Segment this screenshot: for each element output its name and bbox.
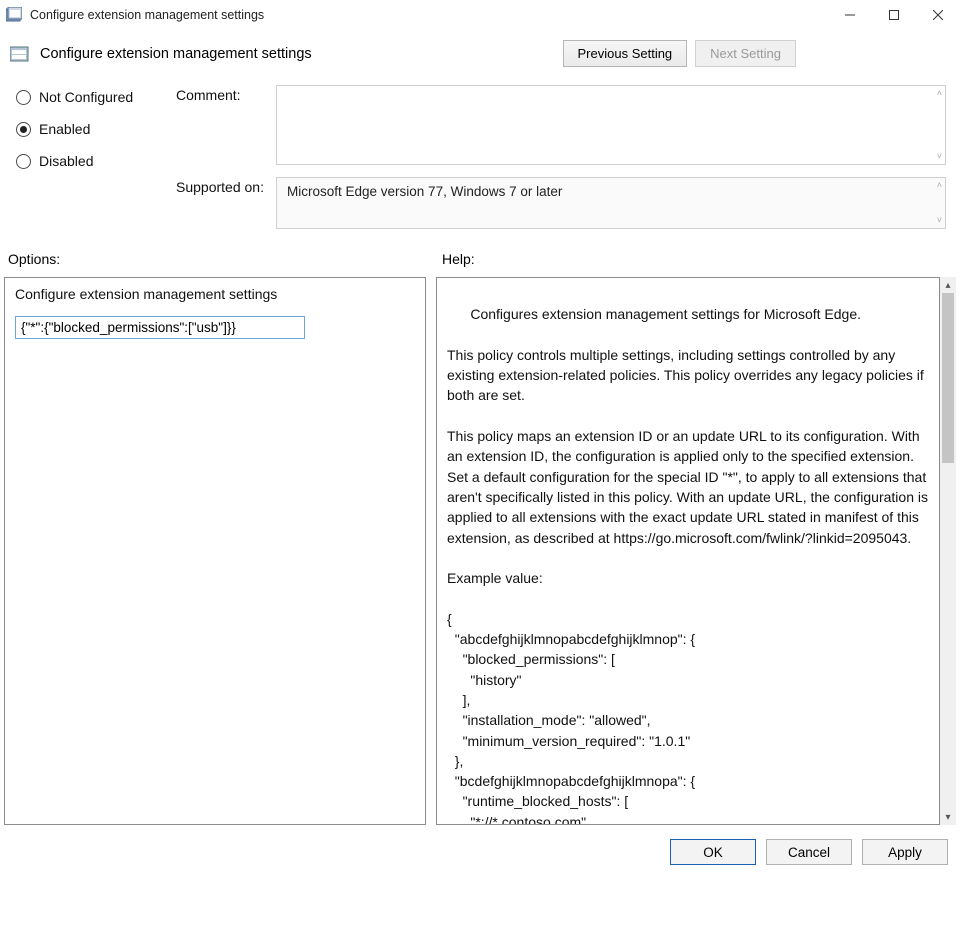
- ok-button[interactable]: OK: [670, 839, 756, 865]
- radio-enabled[interactable]: Enabled: [16, 121, 176, 137]
- radio-label: Disabled: [39, 153, 93, 169]
- cancel-button[interactable]: Cancel: [766, 839, 852, 865]
- help-text: Configures extension management settings…: [447, 306, 932, 825]
- supported-scrollbar[interactable]: ˄˅: [937, 181, 942, 225]
- help-section-label: Help:: [442, 251, 475, 267]
- scroll-up-icon[interactable]: ▴: [940, 277, 956, 293]
- help-panel: Configures extension management settings…: [436, 277, 940, 825]
- scroll-down-icon[interactable]: ▾: [940, 809, 956, 825]
- comment-input[interactable]: ˄˅: [276, 85, 946, 165]
- scroll-thumb[interactable]: [942, 293, 954, 463]
- policy-icon: [10, 45, 30, 63]
- titlebar: Configure extension management settings: [0, 0, 962, 30]
- options-value-input[interactable]: [15, 316, 305, 339]
- radio-not-configured[interactable]: Not Configured: [16, 89, 176, 105]
- dialog-footer: OK Cancel Apply: [0, 825, 962, 865]
- radio-label: Enabled: [39, 121, 90, 137]
- chevron-up-icon: ˄: [937, 89, 942, 98]
- chevron-down-icon: ˅: [937, 152, 942, 161]
- options-section-label: Options:: [4, 251, 430, 267]
- supported-value: Microsoft Edge version 77, Windows 7 or …: [287, 184, 562, 199]
- section-labels: Options: Help:: [0, 233, 962, 271]
- window-title: Configure extension management settings: [30, 8, 828, 22]
- comment-scrollbar[interactable]: ˄˅: [937, 89, 942, 161]
- options-panel: Configure extension management settings: [4, 277, 426, 825]
- state-radios: Not Configured Enabled Disabled: [16, 85, 176, 229]
- options-field-label: Configure extension management settings: [15, 286, 415, 302]
- radio-disabled[interactable]: Disabled: [16, 153, 176, 169]
- settings-fields: Not Configured Enabled Disabled Comment:…: [0, 75, 962, 233]
- comment-label: Comment:: [176, 85, 276, 103]
- radio-label: Not Configured: [39, 89, 133, 105]
- minimize-button[interactable]: [828, 1, 872, 29]
- previous-setting-button[interactable]: Previous Setting: [563, 40, 688, 67]
- chevron-up-icon: ˄: [937, 181, 942, 190]
- help-panel-wrap: Configures extension management settings…: [436, 277, 956, 825]
- window-controls: [828, 1, 960, 29]
- page-title: Configure extension management settings: [40, 46, 312, 62]
- next-setting-button: Next Setting: [695, 40, 796, 67]
- close-button[interactable]: [916, 1, 960, 29]
- app-icon: [6, 7, 22, 23]
- maximize-button[interactable]: [872, 1, 916, 29]
- supported-on-field: Microsoft Edge version 77, Windows 7 or …: [276, 177, 946, 229]
- main-panels: Configure extension management settings …: [0, 271, 962, 825]
- supported-label: Supported on:: [176, 177, 276, 195]
- help-scrollbar[interactable]: ▴ ▾: [940, 277, 956, 825]
- apply-button[interactable]: Apply: [862, 839, 948, 865]
- header: Configure extension management settings …: [0, 30, 962, 75]
- chevron-down-icon: ˅: [937, 216, 942, 225]
